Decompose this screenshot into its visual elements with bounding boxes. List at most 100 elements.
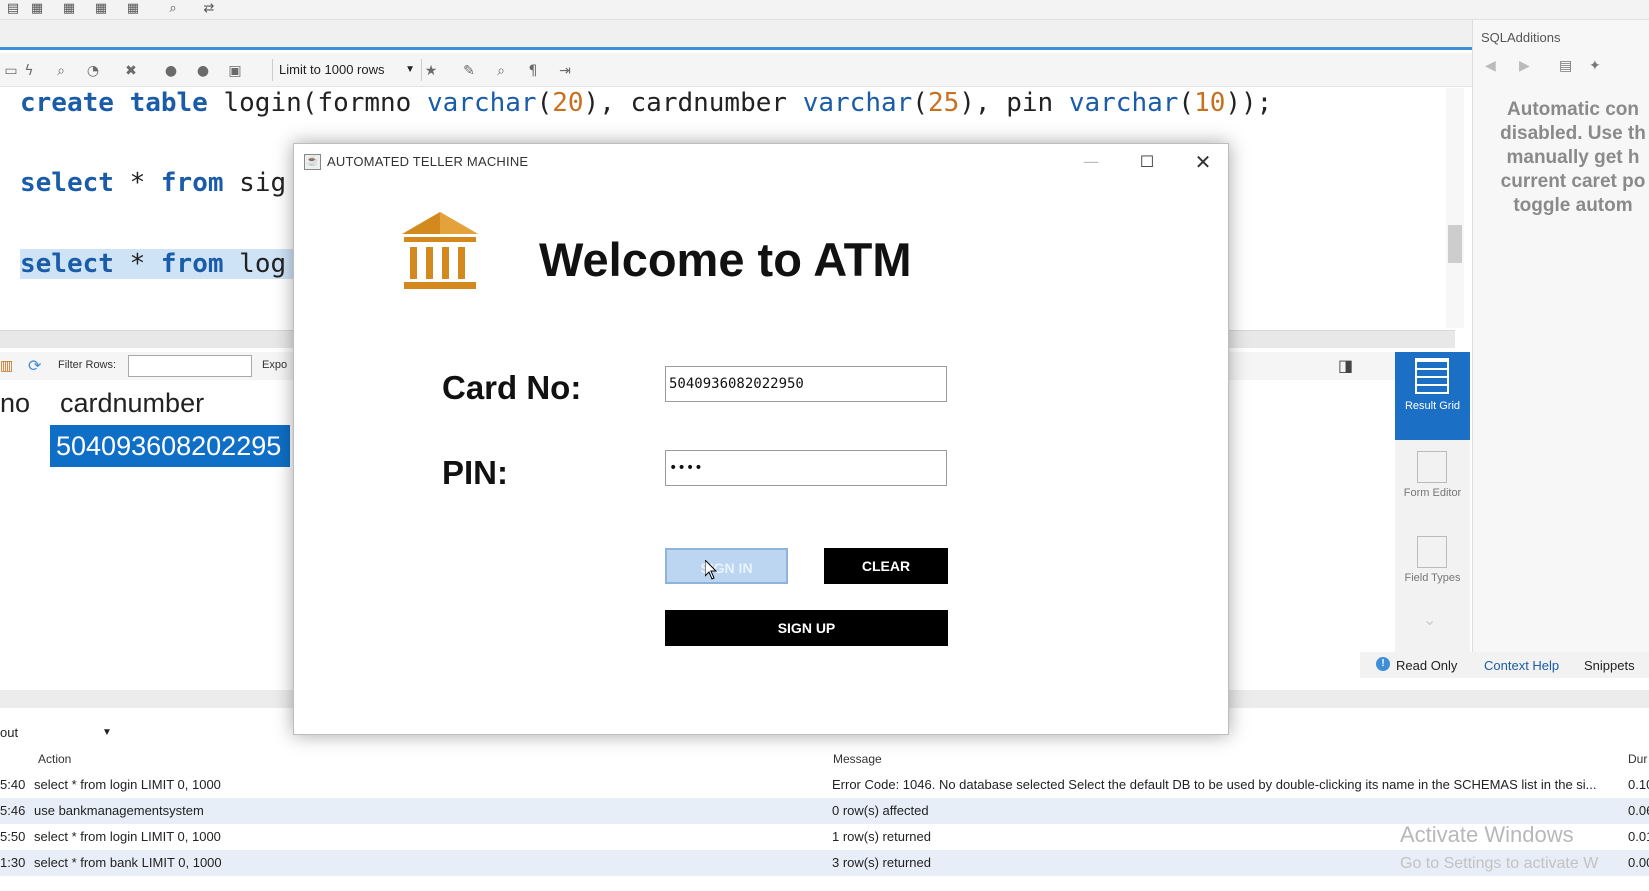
output-duration-cell: 0.10 bbox=[1628, 777, 1649, 792]
tab-context-help[interactable]: Context Help bbox=[1484, 658, 1559, 673]
new-schema-icon[interactable]: ▤ bbox=[2, 1, 24, 17]
scroll-down-icon[interactable]: ⌄ bbox=[1423, 610, 1436, 629]
card-number-label: Card No: bbox=[442, 369, 582, 406]
code-text: )); bbox=[1225, 88, 1273, 118]
code-keyword: from bbox=[160, 249, 224, 279]
mouse-cursor-icon bbox=[705, 560, 717, 580]
code-keyword: create table bbox=[20, 88, 208, 118]
chevron-down-icon: ▼ bbox=[102, 727, 112, 738]
output-duration-cell: 0.01 bbox=[1628, 829, 1649, 844]
output-duration-cell: 0.06 bbox=[1628, 803, 1649, 818]
execute-current-icon[interactable]: ⌕ bbox=[50, 61, 72, 81]
autocommit-icon[interactable]: ▣ bbox=[224, 61, 246, 81]
explain-icon[interactable]: ◔ bbox=[82, 61, 104, 81]
filter-rows-input[interactable] bbox=[128, 355, 252, 377]
refresh-icon[interactable]: ⟳ bbox=[28, 356, 41, 375]
result-grid-icon[interactable]: ▥ bbox=[0, 358, 13, 374]
maximize-button[interactable]: ☐ bbox=[1124, 148, 1170, 176]
limit-rows-value: Limit to 1000 rows bbox=[279, 62, 385, 77]
java-app-icon: ☕ bbox=[304, 154, 321, 170]
atm-titlebar[interactable]: ☕ AUTOMATED TELLER MACHINE — ☐ ✕ bbox=[294, 144, 1228, 180]
tab-result-grid-label: Result Grid bbox=[1404, 400, 1461, 412]
code-text: sig bbox=[223, 168, 287, 198]
form-editor-icon bbox=[1417, 451, 1447, 483]
filter-rows-label: Filter Rows: bbox=[58, 359, 117, 371]
create-view-icon[interactable]: ▦ bbox=[58, 1, 80, 17]
pin-input[interactable] bbox=[665, 450, 947, 486]
chevron-down-icon: ▼ bbox=[405, 64, 415, 75]
bank-icon bbox=[402, 212, 478, 289]
sign-up-button[interactable]: SIGN UP bbox=[665, 610, 948, 646]
add-snippet-icon[interactable]: ★ bbox=[420, 61, 442, 81]
code-number: 20 bbox=[552, 88, 584, 118]
atm-login-window: ☕ AUTOMATED TELLER MACHINE — ☐ ✕ Welcome… bbox=[293, 143, 1229, 735]
code-type: varchar bbox=[427, 88, 537, 118]
find-icon[interactable]: ⌕ bbox=[490, 61, 512, 81]
close-button[interactable]: ✕ bbox=[1180, 148, 1226, 176]
minimize-button[interactable]: — bbox=[1068, 148, 1114, 176]
editor-scrollbar-thumb[interactable] bbox=[1448, 225, 1462, 263]
sign-in-button[interactable]: SIGN IN bbox=[665, 548, 788, 584]
code-keyword: select bbox=[20, 249, 114, 279]
duration-column-header[interactable]: Dur bbox=[1628, 752, 1647, 766]
clear-button[interactable]: CLEAR bbox=[824, 548, 948, 584]
code-text: ( bbox=[1178, 88, 1195, 118]
output-time-cell: 5:50 bbox=[0, 829, 26, 844]
back-icon[interactable]: ◀ bbox=[1485, 58, 1496, 74]
code-text: ( bbox=[536, 88, 553, 118]
action-column-header[interactable]: Action bbox=[38, 752, 71, 766]
help-toggle-icon[interactable]: ✦ bbox=[1589, 58, 1601, 74]
code-text: * bbox=[113, 249, 161, 279]
reconnect-icon[interactable]: ⇄ bbox=[198, 1, 220, 17]
output-action-cell: use bankmanagementsystem bbox=[34, 803, 204, 818]
context-help-text: Automatic con disabled. Use th manually … bbox=[1500, 99, 1646, 216]
card-number-input[interactable] bbox=[665, 366, 947, 402]
limit-rows-select[interactable]: Limit to 1000 rows ▼ bbox=[272, 59, 422, 81]
beautify-icon[interactable]: ✎ bbox=[458, 61, 480, 81]
stop-icon[interactable]: ✖ bbox=[120, 61, 142, 81]
output-time-cell: 5:46 bbox=[0, 803, 26, 818]
execute-icon[interactable]: ϟ bbox=[18, 61, 40, 81]
forward-icon[interactable]: ▶ bbox=[1519, 58, 1530, 74]
output-message-cell: Error Code: 1046. No database selected S… bbox=[832, 777, 1597, 792]
output-row[interactable]: 5:40 select * from login LIMIT 0, 1000 Err… bbox=[0, 772, 1649, 798]
code-line-create: create table login(formno varchar(20), c… bbox=[20, 88, 1272, 118]
tab-result-grid[interactable]: Result Grid bbox=[1395, 352, 1470, 440]
column-header-formno[interactable]: no bbox=[0, 388, 30, 419]
output-time-cell: 5:40 bbox=[0, 777, 26, 792]
result-side-tabs: Result Grid Form Editor Field Types ⌄ bbox=[1395, 352, 1470, 652]
activation-watermark-title: Activate Windows bbox=[1400, 822, 1574, 847]
invisible-chars-icon[interactable]: ¶ bbox=[522, 61, 544, 81]
tab-form-editor[interactable]: Form Editor bbox=[1395, 447, 1470, 527]
tab-snippets[interactable]: Snippets bbox=[1584, 658, 1635, 673]
create-function-icon[interactable]: ▦ bbox=[122, 1, 144, 17]
create-procedure-icon[interactable]: ▦ bbox=[90, 1, 112, 17]
panel-status-bar: ! Read Only Context Help Snippets bbox=[1360, 652, 1649, 678]
commit-icon[interactable]: ● bbox=[160, 61, 182, 81]
editor-scrollbar[interactable] bbox=[1446, 88, 1464, 328]
desktop-screen: ▤ ▦ ▦ ▦ ▦ ⌕ ⇄ ▭ ϟ ⌕ ◔ ✖ ● ● ▣ Limit to 1… bbox=[0, 0, 1649, 891]
selected-grid-cell[interactable]: 504093608202295 bbox=[50, 425, 290, 467]
tab-field-types-label: Field Types bbox=[1404, 572, 1461, 584]
export-label[interactable]: Expo bbox=[262, 359, 287, 371]
code-line-select-signup: select * from sig bbox=[20, 168, 286, 198]
code-text: ), cardnumber bbox=[583, 88, 803, 118]
output-row[interactable]: 5:46 use bankmanagementsystem 0 row(s) aff… bbox=[0, 798, 1649, 824]
column-header-cardnumber[interactable]: cardnumber bbox=[60, 388, 204, 419]
create-table-icon[interactable]: ▦ bbox=[26, 1, 48, 17]
code-number: 10 bbox=[1194, 88, 1226, 118]
welcome-heading: Welcome to ATM bbox=[539, 233, 912, 286]
rollback-icon[interactable]: ● bbox=[192, 61, 214, 81]
tab-field-types[interactable]: Field Types bbox=[1395, 532, 1470, 612]
snippet-insert-icon[interactable]: ▤ bbox=[1559, 58, 1572, 74]
message-column-header[interactable]: Message bbox=[833, 752, 882, 766]
toggle-panel-icon[interactable]: ◨ bbox=[1338, 356, 1353, 375]
word-wrap-icon[interactable]: ⇥ bbox=[554, 61, 576, 81]
code-number: 25 bbox=[927, 88, 960, 118]
field-types-icon bbox=[1417, 536, 1447, 568]
search-table-icon[interactable]: ⌕ bbox=[162, 1, 184, 17]
output-time-cell: 1:30 bbox=[0, 855, 26, 870]
code-text: ), pin bbox=[959, 88, 1069, 118]
output-type-select[interactable]: out ▼ bbox=[0, 722, 112, 744]
info-icon: ! bbox=[1376, 657, 1390, 671]
